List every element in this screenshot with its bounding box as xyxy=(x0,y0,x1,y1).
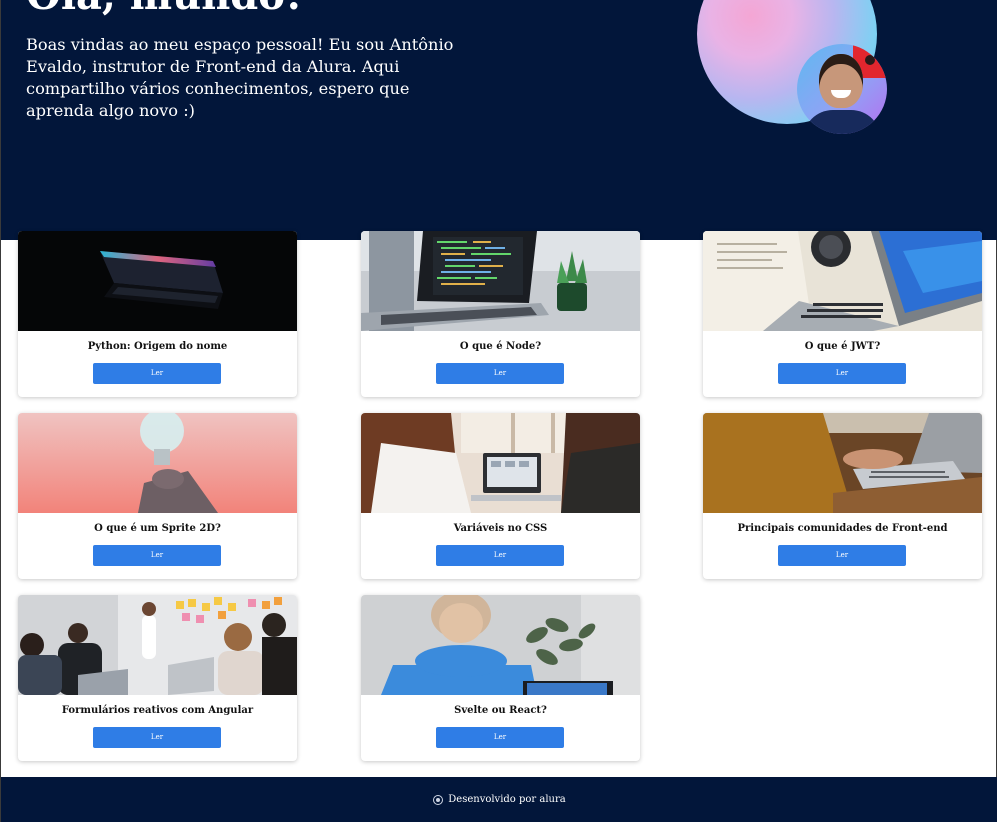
card-title: Variáveis no CSS xyxy=(453,523,548,534)
read-button[interactable]: Ler xyxy=(778,363,906,384)
read-button[interactable]: Ler xyxy=(93,363,221,384)
article-card: O que é um Sprite 2D? Ler xyxy=(18,413,297,579)
read-button[interactable]: Ler xyxy=(436,727,564,748)
article-card: Svelte ou React? Ler xyxy=(361,595,640,761)
read-button[interactable]: Ler xyxy=(436,363,564,384)
page-footer: Desenvolvido por alura xyxy=(1,777,997,822)
article-card: Python: Origem do nome Ler xyxy=(18,231,297,397)
card-image-meeting xyxy=(18,595,297,695)
card-title: Svelte ou React? xyxy=(454,705,547,716)
card-title: O que é JWT? xyxy=(804,341,881,352)
card-image-people-laptop xyxy=(361,413,640,513)
read-button[interactable]: Ler xyxy=(93,545,221,566)
card-title: O que é Node? xyxy=(459,341,542,352)
article-card: Formulários reativos com Angular Ler xyxy=(18,595,297,761)
read-button[interactable]: Ler xyxy=(778,545,906,566)
card-image-laptop-dark xyxy=(18,231,297,331)
card-image-typing-laptop xyxy=(703,413,982,513)
footer-credit: Desenvolvido por alura xyxy=(448,794,566,805)
card-image-lightbulb xyxy=(18,413,297,513)
read-button[interactable]: Ler xyxy=(93,727,221,748)
card-image-laptop-desk xyxy=(703,231,982,331)
card-title: Python: Origem do nome xyxy=(87,341,228,352)
card-title: Formulários reativos com Angular xyxy=(61,705,254,716)
card-title: O que é um Sprite 2D? xyxy=(94,523,221,534)
card-image-code-laptop xyxy=(361,231,640,331)
article-card: O que é Node? Ler xyxy=(361,231,640,397)
article-card: Variáveis no CSS Ler xyxy=(361,413,640,579)
alura-logo-icon xyxy=(433,794,444,805)
article-card: O que é JWT? Ler xyxy=(703,231,982,397)
card-image-person-plant xyxy=(361,595,640,695)
card-title: Principais comunidades de Front-end xyxy=(737,523,948,534)
article-card: Principais comunidades de Front-end Ler xyxy=(703,413,982,579)
article-grid: Python: Origem do nome Ler O que é Node?… xyxy=(1,0,997,822)
read-button[interactable]: Ler xyxy=(436,545,564,566)
